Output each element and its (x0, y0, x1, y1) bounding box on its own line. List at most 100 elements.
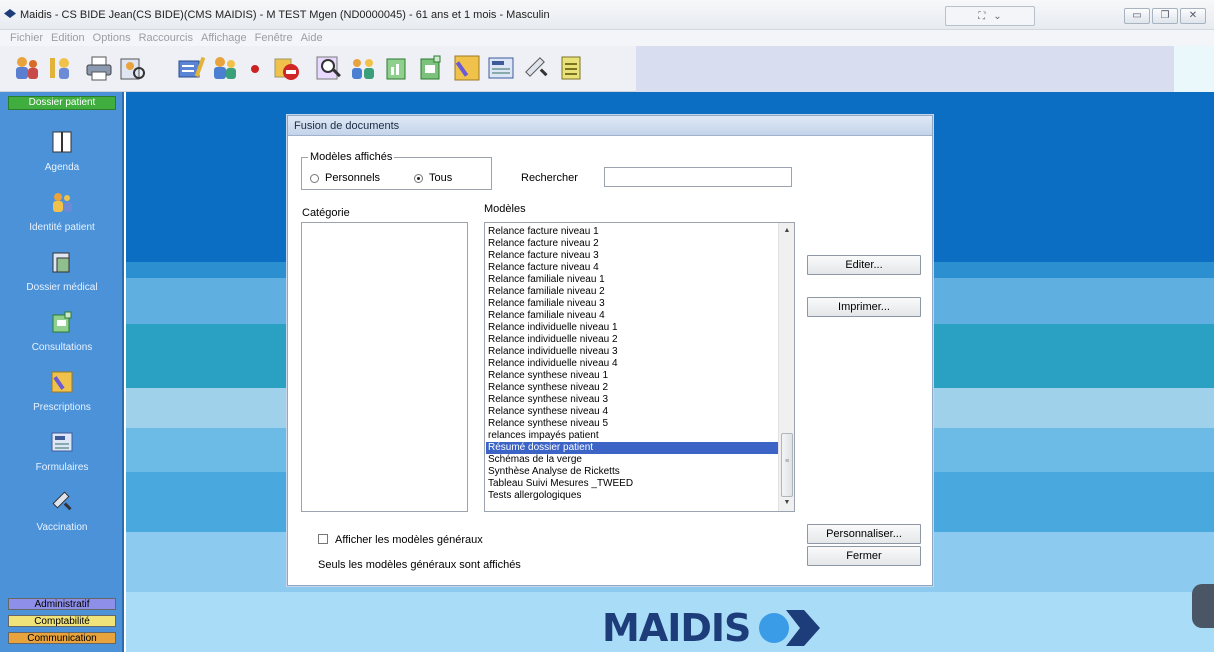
prescription-icon[interactable] (452, 53, 482, 83)
menu-fenetre[interactable]: Fenêtre (251, 32, 297, 44)
dialog-title: Fusion de documents (288, 116, 932, 136)
quick-access-box[interactable]: ⛶ ⌄ (945, 6, 1035, 26)
card-edit-icon[interactable] (176, 53, 206, 83)
sidebar-item-label: Prescriptions (33, 402, 91, 413)
edit-button[interactable]: Editer... (807, 255, 921, 275)
close-button[interactable]: ✕ (1180, 8, 1206, 24)
models-label: Modèles (484, 203, 526, 215)
category-list[interactable] (301, 222, 468, 512)
menu-edition[interactable]: Edition (47, 32, 89, 44)
scroll-down-icon[interactable]: ▼ (779, 495, 794, 511)
sidebar-item-dossier-medical[interactable]: Dossier médical (0, 250, 124, 308)
record-dot-icon[interactable] (250, 64, 260, 74)
sidebar-tab-communication[interactable]: Communication (8, 632, 116, 644)
model-list-item[interactable]: Tests allergologiques (486, 490, 778, 502)
side-handle[interactable] (1192, 584, 1214, 628)
status-text: Seuls les modèles généraux sont affichés (318, 559, 521, 571)
restore-button[interactable]: ❐ (1152, 8, 1178, 24)
syringe-icon[interactable] (522, 53, 552, 83)
model-list-item[interactable]: Relance facture niveau 3 (486, 250, 778, 262)
window-controls: ▭ ❐ ✕ (1124, 8, 1206, 24)
sidebar-item-label: Dossier médical (26, 282, 98, 293)
users-gear-icon[interactable] (12, 53, 42, 83)
model-list-item[interactable]: Tableau Suivi Mesures _TWEED (486, 478, 778, 490)
medical-file-icon (52, 252, 70, 273)
search-input[interactable] (604, 167, 792, 187)
menu-options[interactable]: Options (89, 32, 135, 44)
syringe-icon (52, 491, 72, 511)
logo-text: MAIDIS (602, 606, 751, 650)
checkbox-label: Afficher les modèles généraux (335, 534, 483, 546)
radio-off-icon (310, 173, 319, 183)
model-list-item[interactable]: Relance familiale niveau 2 (486, 286, 778, 298)
model-list-item[interactable]: Relance familiale niveau 3 (486, 298, 778, 310)
toolbar (0, 46, 1214, 92)
sidebar-item-consultations[interactable]: Consultations (0, 310, 124, 368)
menu-raccourcis[interactable]: Raccourcis (135, 32, 197, 44)
print-button[interactable]: Imprimer... (807, 297, 921, 317)
sidebar-tab-comptabilite[interactable]: Comptabilité (8, 615, 116, 627)
model-list-item[interactable]: Résumé dossier patient (486, 442, 778, 454)
note-icon[interactable] (556, 53, 586, 83)
radio-personnels-label: Personnels (325, 172, 381, 184)
group-label: Modèles affichés (308, 151, 395, 163)
printer-icon[interactable] (84, 53, 114, 83)
sidebar-item-label: Consultations (31, 342, 93, 353)
sidebar-tab-administratif[interactable]: Administratif (8, 598, 116, 610)
expand-icon[interactable]: ⛶ (978, 11, 985, 22)
toolbar-empty-area (636, 46, 1174, 92)
sidebar-header[interactable]: Dossier patient (8, 96, 116, 110)
book-icon (52, 131, 72, 153)
model-list-item[interactable]: Relance synthese niveau 3 (486, 394, 778, 406)
patients-icon[interactable] (210, 53, 240, 83)
fusion-documents-dialog: Fusion de documents Modèles affichés Per… (287, 115, 933, 586)
scroll-up-icon[interactable]: ▲ (779, 223, 794, 239)
model-list-item[interactable]: Relance synthese niveau 2 (486, 382, 778, 394)
model-list-item[interactable]: relances impayés patient (486, 430, 778, 442)
close-dialog-button[interactable]: Fermer (807, 546, 921, 566)
model-list-item[interactable]: Synthèse Analyse de Ricketts (486, 466, 778, 478)
magnifier-icon[interactable] (314, 53, 344, 83)
sidebar-item-formulaires[interactable]: Formulaires (0, 430, 124, 488)
sidebar-item-prescriptions[interactable]: Prescriptions (0, 370, 124, 428)
menu-fichier[interactable]: Fichier (6, 32, 47, 44)
model-list-item[interactable]: Relance synthese niveau 4 (486, 406, 778, 418)
sidebar-item-label: Identité patient (29, 222, 95, 233)
menu-aide[interactable]: Aide (297, 32, 327, 44)
models-scrollbar[interactable]: ▲ ≡ ▼ (778, 223, 794, 511)
group-icon[interactable] (348, 53, 378, 83)
toolbar-end-area (1174, 46, 1214, 92)
chart-doc2-icon[interactable] (416, 53, 446, 83)
model-list-item[interactable]: Relance familiale niveau 1 (486, 274, 778, 286)
sidebar-item-vaccination[interactable]: Vaccination (0, 490, 124, 548)
radio-personnels[interactable]: Personnels (310, 172, 380, 184)
show-general-models-checkbox[interactable] (318, 534, 328, 544)
model-list-item[interactable]: Relance facture niveau 4 (486, 262, 778, 274)
chevron-down-icon[interactable]: ⌄ (993, 11, 1001, 22)
customize-button[interactable]: Personnaliser... (807, 524, 921, 544)
patient-search-icon[interactable] (118, 53, 148, 83)
no-entry-icon[interactable] (272, 53, 302, 83)
form-icon[interactable] (486, 53, 516, 83)
app-diamond-icon (4, 9, 16, 18)
grip-icon: ≡ (785, 458, 790, 465)
model-list-item[interactable]: Relance facture niveau 1 (486, 226, 778, 238)
model-list-item[interactable]: Schémas de la verge (486, 454, 778, 466)
model-list-item[interactable]: Relance individuelle niveau 1 (486, 322, 778, 334)
model-list-item[interactable]: Relance individuelle niveau 2 (486, 334, 778, 346)
sidebar-item-identite[interactable]: Identité patient (0, 190, 124, 248)
menu-affichage[interactable]: Affichage (197, 32, 251, 44)
sidebar-item-agenda[interactable]: Agenda (0, 130, 124, 188)
chart-doc-icon[interactable] (382, 53, 412, 83)
model-list-item[interactable]: Relance synthese niveau 5 (486, 418, 778, 430)
model-list-item[interactable]: Relance individuelle niveau 3 (486, 346, 778, 358)
radio-tous[interactable]: Tous (414, 172, 452, 184)
scroll-thumb[interactable]: ≡ (781, 433, 793, 497)
model-list-item[interactable]: Relance familiale niveau 4 (486, 310, 778, 322)
model-list-item[interactable]: Relance synthese niveau 1 (486, 370, 778, 382)
key-users-icon[interactable] (44, 53, 74, 83)
model-list-item[interactable]: Relance individuelle niveau 4 (486, 358, 778, 370)
minimize-button[interactable]: ▭ (1124, 8, 1150, 24)
models-list[interactable]: Relance facture niveau 1 Relance facture … (484, 222, 795, 512)
model-list-item[interactable]: Relance facture niveau 2 (486, 238, 778, 250)
